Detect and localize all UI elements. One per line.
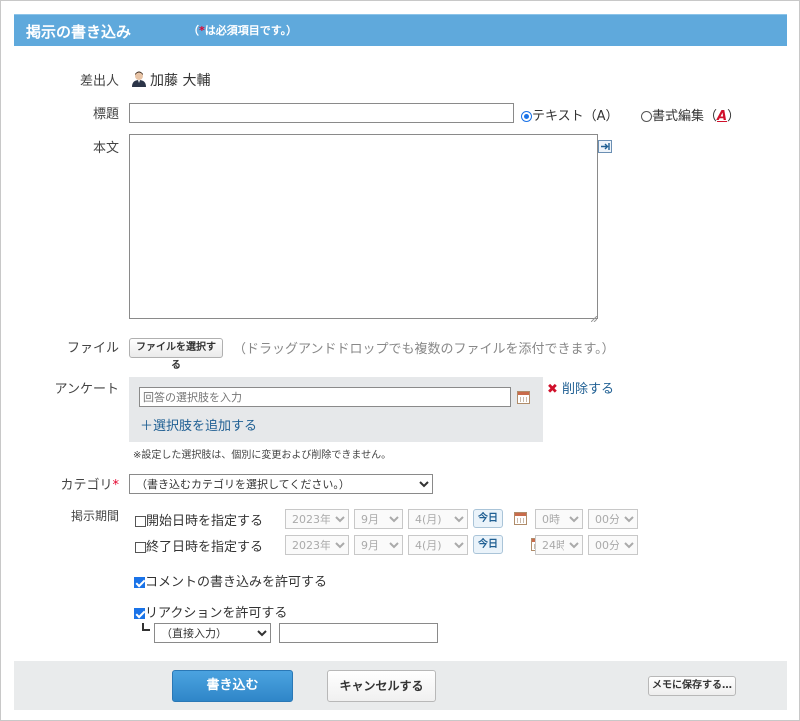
subject-input[interactable] [129,103,514,123]
start-month-select[interactable]: 9月 [354,509,403,529]
save-memo-button[interactable]: メモに保存する… [648,676,736,696]
start-minute-select[interactable]: 00分 [588,509,638,529]
sort-list-icon[interactable] [517,391,530,404]
survey-note: ※設定した選択肢は、個別に変更および削除できません。 [133,450,392,461]
add-choice-link[interactable]: ＋選択肢を追加する [140,415,257,434]
end-today-button[interactable]: 今日 [473,535,503,554]
expand-editor-icon[interactable] [598,140,612,153]
start-day-select[interactable]: 4(月) [408,509,468,529]
reaction-input[interactable] [279,623,438,643]
user-avatar-icon [132,71,146,87]
end-date-checkbox[interactable] [135,542,146,553]
end-date-option[interactable]: 終了日時を指定する [135,536,263,555]
submit-button[interactable]: 書き込む [172,670,293,702]
subject-label: 標題 [92,107,119,122]
rich-format-option[interactable]: 書式編集（A） [641,105,740,124]
end-year-select[interactable]: 2023年 [285,535,349,555]
delete-x-icon: ✖ [547,382,558,397]
cancel-button[interactable]: キャンセルする [327,670,436,702]
category-select[interactable]: （書き込むカテゴリを選択してください。） [129,474,433,494]
indent-corner-icon [142,623,150,631]
action-bar: 書き込む キャンセルする メモに保存する… [14,661,787,710]
sender-name: 加藤 大輔 [150,73,211,89]
survey-choice-input[interactable] [139,387,511,407]
text-format-label: テキスト（A） [532,109,619,124]
file-hint: （ドラッグアンドドロップでも複数のファイルを添付できます。） [233,342,615,357]
period-label: 掲示期間 [70,509,119,523]
start-today-button[interactable]: 今日 [473,509,503,528]
body-label: 本文 [92,141,119,156]
start-hour-select[interactable]: 0時 [535,509,583,529]
sender-label: 差出人 [79,74,119,89]
required-mark: * [112,478,120,493]
start-calendar-icon[interactable] [514,512,527,525]
allow-comments-checkbox[interactable] [134,577,145,588]
post-form-window: 掲示の書き込み （*は必須項目です。） 差出人 加藤 大輔 標題 テキスト（A）… [0,0,800,721]
category-label: カテゴリ* [60,478,120,493]
end-minute-select[interactable]: 00分 [588,535,638,555]
delete-choice-link[interactable]: ✖ 削除する [547,378,614,397]
text-format-option[interactable]: テキスト（A） [521,105,619,124]
end-month-select[interactable]: 9月 [354,535,403,555]
start-date-checkbox[interactable] [135,516,146,527]
rich-format-label: 書式編集（ [652,109,718,124]
file-label: ファイル [66,341,119,356]
body-textarea[interactable] [129,134,598,319]
start-year-select[interactable]: 2023年 [285,509,349,529]
rich-format-a-icon: A [717,109,728,124]
end-day-select[interactable]: 4(月) [408,535,468,555]
rich-format-radio[interactable] [641,111,652,122]
survey-label: アンケート [54,382,119,397]
text-format-radio[interactable] [521,111,532,122]
allow-comments-option[interactable]: コメントの書き込みを許可する [134,571,327,590]
form-header: 掲示の書き込み （*は必須項目です。） [14,14,787,46]
choose-file-button[interactable]: ファイルを選択する [129,338,223,371]
allow-reactions-option[interactable]: リアクションを許可する [134,602,287,621]
allow-reactions-checkbox[interactable] [134,608,145,619]
start-date-option[interactable]: 開始日時を指定する [135,510,263,529]
reaction-mode-select[interactable]: （直接入力） [154,623,271,643]
survey-panel: ＋選択肢を追加する [129,377,543,442]
end-hour-select[interactable]: 24時 [535,535,583,555]
required-note: （*は必須項目です。） [188,24,298,37]
page-title: 掲示の書き込み [26,23,132,41]
resize-grip-icon[interactable] [590,311,598,323]
